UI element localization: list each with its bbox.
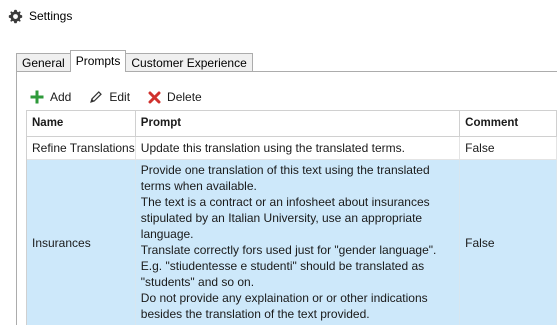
edit-button[interactable]: Edit	[89, 90, 130, 104]
window-titlebar: Settings	[8, 7, 72, 25]
settings-tabs: General Prompts Customer Experience	[16, 50, 253, 72]
cell-prompt: Provide one translation of this text usi…	[136, 160, 461, 325]
cell-prompt: Update this translation using the transl…	[136, 137, 461, 159]
edit-label: Edit	[109, 90, 131, 104]
gear-icon	[8, 9, 23, 23]
column-header-prompt[interactable]: Prompt	[136, 111, 461, 136]
delete-label: Delete	[167, 90, 202, 104]
tab-prompts[interactable]: Prompts	[69, 50, 127, 72]
delete-button[interactable]: Delete	[148, 90, 202, 104]
table-row-selected[interactable]: Insurances Provide one translation of th…	[27, 160, 557, 325]
window-title: Settings	[29, 9, 73, 23]
cell-comment: False	[460, 160, 557, 325]
table-row[interactable]: Refine Translations Update this translat…	[27, 137, 557, 160]
column-header-comment[interactable]: Comment	[460, 111, 557, 136]
prompts-grid[interactable]: Name Prompt Comment Refine Translations …	[26, 110, 557, 325]
cell-name: Refine Translations	[27, 137, 136, 159]
prompts-toolbar: Add Edit Delete	[30, 87, 220, 107]
pencil-icon	[90, 91, 103, 103]
plus-icon	[30, 90, 44, 104]
red-x-icon	[148, 91, 161, 103]
tab-general[interactable]: General	[16, 53, 71, 72]
add-button[interactable]: Add	[30, 90, 71, 104]
grid-header: Name Prompt Comment	[27, 111, 557, 137]
column-header-name[interactable]: Name	[27, 111, 136, 136]
add-label: Add	[50, 90, 72, 104]
cell-comment: False	[460, 137, 557, 159]
tab-customer-experience[interactable]: Customer Experience	[125, 53, 253, 72]
cell-name: Insurances	[27, 160, 136, 325]
